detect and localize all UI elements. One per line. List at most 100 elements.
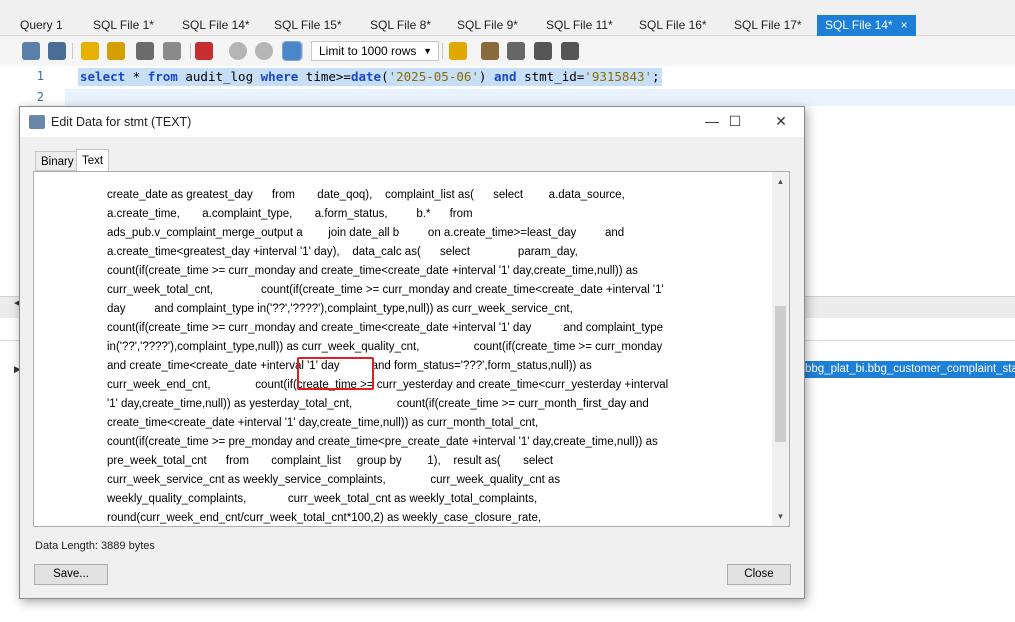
toolbar-separator	[72, 43, 73, 59]
result-cell-selected[interactable]: bbg_plat_bi.bbg_customer_complaint_stati…	[800, 361, 1015, 378]
toggle-error-icon[interactable]	[195, 42, 213, 60]
text-line: a.create_time, a.complaint_type, a.form_…	[107, 208, 473, 220]
editor-tab-bar: Query 1 SQL File 1* SQL File 14* SQL File 1…	[0, 0, 1015, 36]
text-line: weekly_quality_complaints, curr_week_tot…	[107, 493, 538, 505]
scroll-up-icon[interactable]: ▲	[772, 173, 789, 190]
text-line: create_time<create_date +interval '1' da…	[107, 417, 539, 429]
sql-token: stmt_id=	[516, 69, 585, 84]
sql-token: '2025-05-06'	[388, 69, 479, 84]
sql-token: )	[478, 69, 494, 84]
sql-toolbar: Limit to 1000 rows ▼	[0, 36, 1015, 66]
execute-icon[interactable]	[81, 42, 99, 60]
dialog-title-bar[interactable]: Edit Data for stmt (TEXT) — ☐ ✕	[20, 107, 804, 137]
bookmark-icon[interactable]	[449, 42, 467, 60]
tab-3[interactable]: SQL File 14*	[178, 16, 250, 35]
text-line: ads_pub.v_complaint_merge_output a join …	[107, 227, 625, 239]
tab-4[interactable]: SQL File 15*	[270, 16, 342, 35]
tab-label: Query 1	[20, 18, 63, 32]
annotation-highlight-box	[297, 357, 374, 390]
text-line: create_date as greatest_day from date_qo…	[107, 189, 625, 201]
sql-token: time>=	[298, 69, 351, 84]
commit-icon[interactable]	[229, 42, 247, 60]
sql-token: date	[350, 69, 382, 84]
tab-label: SQL File 14*	[182, 18, 250, 32]
sql-query-line[interactable]: select * from audit_log where time>=date…	[78, 68, 662, 86]
autocommit-icon[interactable]	[282, 41, 302, 61]
tab-label: SQL File 14*	[825, 18, 893, 32]
tab-label: SQL File 11*	[546, 18, 613, 32]
toolbar-separator	[302, 43, 303, 59]
text-line: and create_time<create_date +interval '1…	[107, 360, 592, 372]
tab-2[interactable]: SQL File 1*	[89, 16, 154, 35]
sql-token: audit_log	[177, 69, 261, 84]
tab-label: SQL File 15*	[274, 18, 342, 32]
vertical-scrollbar[interactable]: ▲ ▼	[772, 172, 789, 526]
close-button[interactable]: Close	[727, 564, 791, 585]
tab-5[interactable]: SQL File 8*	[366, 16, 431, 35]
current-line-highlight	[65, 89, 1015, 106]
sql-token: ;	[652, 69, 660, 84]
dialog-title: Edit Data for stmt (TEXT)	[51, 115, 192, 129]
tab-label: SQL File 17*	[734, 18, 802, 32]
line-number: 1	[36, 69, 44, 83]
sql-token: '9315843'	[584, 69, 653, 84]
tab-text[interactable]: Text	[76, 149, 110, 172]
explain-icon[interactable]	[136, 42, 154, 60]
toolbar-separator	[190, 43, 191, 59]
tab-label: SQL File 1*	[93, 18, 154, 32]
text-line: in('??','????'),complaint_type,null)) as…	[107, 341, 663, 353]
maximize-button[interactable]: ☐	[712, 107, 758, 137]
text-value[interactable]: create_date as greatest_day from date_qo…	[107, 186, 767, 528]
text-line: round(curr_week_end_cnt/curr_week_total_…	[107, 512, 542, 524]
text-editor-panel[interactable]: create_date as greatest_day from date_qo…	[33, 171, 790, 527]
sql-token: where	[260, 69, 299, 84]
sql-token: select	[80, 69, 126, 84]
beautify-icon[interactable]	[481, 42, 499, 60]
sql-token: and	[493, 69, 517, 84]
app-icon	[29, 115, 45, 129]
limit-rows-value: Limit to 1000 rows	[319, 44, 417, 58]
scrollbar-thumb[interactable]	[775, 306, 786, 442]
rollback-icon[interactable]	[255, 42, 273, 60]
toolbar-separator	[442, 43, 443, 59]
edit-data-dialog: Edit Data for stmt (TEXT) — ☐ ✕ Binary T…	[19, 106, 805, 599]
tab-6[interactable]: SQL File 9*	[453, 16, 518, 35]
text-line: curr_week_end_cnt, count(if(create_time …	[107, 379, 669, 391]
wrap-icon[interactable]	[561, 42, 579, 60]
execute-current-icon[interactable]	[107, 42, 125, 60]
open-folder-icon[interactable]	[22, 42, 40, 60]
limit-rows-select[interactable]: Limit to 1000 rows ▼	[311, 41, 439, 61]
line-number: 2	[36, 90, 44, 104]
find-icon[interactable]	[507, 42, 525, 60]
tab-9[interactable]: SQL File 17*	[730, 16, 802, 35]
data-length-label: Data Length: 3889 bytes	[35, 540, 155, 552]
text-line: a.create_time<greatest_day +interval '1'…	[107, 246, 578, 258]
tab-10[interactable]: SQL File 14* ×	[817, 15, 916, 36]
scroll-down-icon[interactable]: ▼	[772, 508, 789, 525]
close-icon[interactable]: ✕	[758, 107, 804, 137]
save-icon[interactable]	[48, 42, 66, 60]
save-button[interactable]: Save...	[34, 564, 108, 585]
tab-7[interactable]: SQL File 11*	[542, 16, 613, 35]
tab-binary[interactable]: Binary	[35, 151, 80, 171]
text-line: count(if(create_time >= curr_monday and …	[107, 322, 664, 334]
chevron-down-icon: ▼	[423, 46, 432, 56]
text-line: curr_week_service_cnt as weekly_service_…	[107, 474, 561, 486]
close-tab-icon[interactable]: ×	[901, 18, 908, 32]
text-line: curr_week_total_cnt, count(if(create_tim…	[107, 284, 664, 296]
sql-editor[interactable]: 1 2 select * from audit_log where time>=…	[0, 66, 1015, 106]
text-line: day and complaint_type in('??','????'),c…	[107, 303, 573, 315]
tab-label: SQL File 9*	[457, 18, 518, 32]
sql-token: (	[381, 69, 389, 84]
invisible-chars-icon[interactable]	[534, 42, 552, 60]
tab-8[interactable]: SQL File 16*	[635, 16, 707, 35]
stop-icon[interactable]	[163, 42, 181, 60]
text-line: count(if(create_time >= curr_monday and …	[107, 265, 638, 277]
tab-1[interactable]: Query 1	[16, 16, 63, 35]
tab-label: SQL File 8*	[370, 18, 431, 32]
text-line: pre_week_total_cnt from complaint_list g…	[107, 455, 554, 467]
text-line: '1' day,create_time,null)) as yesterday_…	[107, 398, 649, 410]
text-line: count(if(create_time >= pre_monday and c…	[107, 436, 658, 448]
sql-token: *	[125, 69, 148, 84]
tab-label: SQL File 16*	[639, 18, 707, 32]
